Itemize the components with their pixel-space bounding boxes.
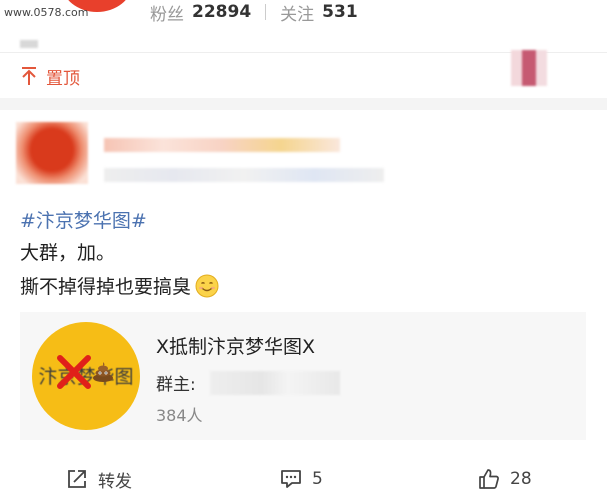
thumbs-up-icon [479, 469, 499, 489]
blurred-username[interactable] [104, 138, 340, 152]
watermark: www.0578.com [4, 6, 89, 19]
share-button[interactable]: 转发 [66, 462, 132, 496]
comment-icon [281, 470, 301, 488]
comment-count: 5 [312, 469, 323, 489]
blurred-content [20, 40, 38, 48]
red-cross-icon [57, 355, 91, 389]
member-count: 384人 [156, 406, 203, 425]
pinned-label: 置顶 [46, 68, 80, 89]
smile-emoji-icon [195, 274, 219, 297]
blurred-thumbnail [511, 50, 547, 86]
owner-label: 群主: [156, 375, 196, 395]
post-action-bar: 转发 5 28 [0, 462, 607, 496]
section-divider [0, 98, 607, 110]
fans-count[interactable]: 22894 [192, 2, 251, 22]
group-name: X抵制汴京梦华图X [156, 336, 316, 358]
group-owner: 群主: [156, 370, 340, 395]
post-text-line: 撕不掉得掉也要搞臭 [20, 272, 219, 299]
follow-count[interactable]: 531 [322, 2, 358, 22]
group-logo: 汴京梦华图 [32, 322, 140, 430]
poop-emoji-icon [93, 362, 113, 382]
blurred-post-meta [104, 168, 384, 182]
pinned-row[interactable]: 置顶 [20, 64, 80, 89]
post-text-line: 大群，加。 [20, 242, 116, 264]
share-label: 转发 [98, 471, 132, 492]
fans-label: 粉丝 [150, 4, 184, 25]
like-button[interactable]: 28 [478, 462, 532, 496]
comment-button[interactable]: 5 [280, 462, 323, 496]
post-text: 撕不掉得掉也要搞臭 [20, 276, 192, 298]
hashtag-link[interactable]: #汴京梦华图# [20, 206, 147, 233]
share-icon [68, 470, 86, 488]
group-card[interactable]: 汴京梦华图 X抵制汴京梦华图X 群主: 384人 [20, 312, 586, 440]
blurred-owner-name [209, 370, 340, 395]
like-count: 28 [510, 469, 532, 489]
follow-label: 关注 [280, 4, 315, 25]
profile-stats: 粉丝 22894 关注 531 [150, 0, 358, 25]
user-avatar[interactable] [16, 122, 88, 184]
pin-top-icon [22, 67, 36, 85]
divider [265, 4, 267, 20]
